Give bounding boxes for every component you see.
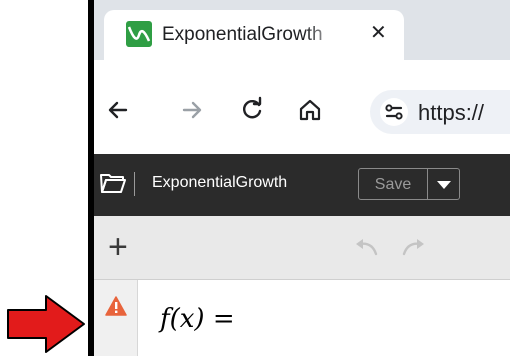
folder-icon[interactable] bbox=[100, 172, 126, 194]
expression-list: f(x) = bbox=[94, 280, 510, 356]
tab-strip: ExponentialGrowth ✕ bbox=[94, 0, 510, 62]
chevron-down-icon bbox=[437, 181, 451, 189]
address-bar[interactable]: https:// bbox=[370, 90, 510, 134]
pointer-arrow-icon bbox=[7, 295, 85, 353]
redo-icon[interactable] bbox=[400, 236, 428, 258]
add-item-button[interactable]: + bbox=[108, 230, 128, 264]
warning-icon[interactable] bbox=[105, 296, 127, 316]
tab-close-icon[interactable]: ✕ bbox=[370, 20, 387, 45]
tab-title-fade bbox=[304, 20, 344, 50]
header-separator bbox=[134, 172, 135, 196]
back-icon[interactable] bbox=[104, 96, 132, 124]
expression-gutter[interactable] bbox=[94, 280, 138, 356]
expression-toolbar: + bbox=[94, 216, 510, 280]
save-button[interactable]: Save bbox=[358, 168, 428, 200]
site-info-icon[interactable] bbox=[380, 98, 408, 126]
undo-icon[interactable] bbox=[352, 236, 380, 258]
app-header: ExponentialGrowth Save bbox=[94, 154, 510, 216]
home-icon[interactable] bbox=[296, 96, 324, 124]
desmos-favicon-icon bbox=[126, 21, 152, 47]
url-text: https:// bbox=[418, 100, 485, 125]
reload-icon[interactable] bbox=[238, 96, 266, 124]
graph-title[interactable]: ExponentialGrowth bbox=[152, 174, 287, 192]
browser-window: ExponentialGrowth ✕ https:// Exponential… bbox=[94, 0, 510, 356]
save-dropdown-button[interactable] bbox=[428, 168, 460, 200]
expression-input[interactable]: f(x) = bbox=[160, 304, 235, 334]
browser-tab[interactable]: ExponentialGrowth ✕ bbox=[104, 10, 404, 62]
browser-toolbar: https:// bbox=[94, 60, 510, 154]
forward-icon[interactable] bbox=[178, 96, 206, 124]
